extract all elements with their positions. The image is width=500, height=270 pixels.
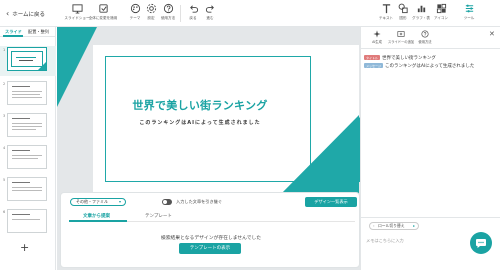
right-panel-divider xyxy=(361,48,500,49)
category-select-value: その他・ファミル xyxy=(76,199,108,204)
undo-label: 戻る xyxy=(189,16,197,20)
back-home-button[interactable]: ‹ ホームに戻る xyxy=(6,8,45,20)
category-select[interactable]: その他・ファミル ▾ xyxy=(70,198,126,206)
title-tag: タイトル xyxy=(364,55,381,60)
slide-preview xyxy=(7,81,47,105)
chart-icon xyxy=(417,5,425,13)
slide-preview xyxy=(7,113,47,137)
outline-row[interactable]: タイトル 世界で美しい街ランキング xyxy=(364,54,436,61)
redo-button[interactable]: 進む xyxy=(197,3,223,25)
slide-number: 3 xyxy=(3,114,6,118)
tool-button[interactable]: ツール xyxy=(456,3,482,25)
slide-thumbnail[interactable]: 6 xyxy=(0,208,56,238)
memo-input[interactable]: メモはこちらに入力 xyxy=(366,238,404,244)
apply-all-label: 全体に変更を適用 xyxy=(88,16,118,20)
tab-arrange[interactable]: 配置・整列 xyxy=(28,29,49,35)
slide-preview xyxy=(7,177,47,201)
design-suggestion-sheet: その他・ファミル ▾ 入力した文章を引き継ぐ デザイン一覧表示 文章から提案 テ… xyxy=(60,192,360,268)
slide-preview xyxy=(7,47,47,71)
chevron-left-icon: ‹ xyxy=(6,9,10,18)
slide-number: 5 xyxy=(3,178,6,182)
monitor-icon xyxy=(71,4,83,14)
icons-label: アイコン xyxy=(433,16,449,20)
chevron-down-icon: ▾ xyxy=(118,199,121,204)
carry-text-label: 入力した文章を引き継ぐ xyxy=(176,199,223,204)
slide-number: 1 xyxy=(3,48,6,52)
apply-all-button[interactable]: 全体に変更を適用 xyxy=(88,3,118,25)
close-icon[interactable]: ✕ xyxy=(489,30,495,38)
slide-thumbnail[interactable]: 4 xyxy=(0,144,56,174)
design-list-button[interactable]: デザイン一覧表示 xyxy=(305,197,357,207)
app-window: ‹ ホームに戻る スライドショー 全体に変更を適用 テーマ 設定 使用方法 戻る xyxy=(0,0,500,270)
slide-subtitle[interactable]: このランキングはAIによって生成されました xyxy=(95,119,305,126)
toggle-knob xyxy=(163,200,167,204)
tool-icon xyxy=(465,4,473,13)
sparkle-icon xyxy=(373,30,381,38)
back-home-label: ホームに戻る xyxy=(12,12,46,18)
shapes-label: 図形 xyxy=(399,16,407,20)
chevron-left-icon: ‹ xyxy=(373,223,375,228)
help-label: 使用方法 xyxy=(160,16,176,20)
outline-text: このランキングはAIによって生成されました xyxy=(384,63,475,69)
slide-preview xyxy=(7,145,47,169)
help-icon xyxy=(421,30,429,38)
settings-label: 設定 xyxy=(147,16,155,20)
icon-grid-icon xyxy=(436,3,446,14)
chat-icon xyxy=(476,239,486,248)
help-button[interactable]: 使用方法 xyxy=(413,30,437,44)
chat-button[interactable] xyxy=(470,232,492,254)
add-slide-button[interactable]: + xyxy=(20,241,29,254)
tab-templates[interactable]: テンプレート xyxy=(145,213,172,219)
slide-number: 6 xyxy=(3,210,6,214)
right-panel: AI生成 スライドーの追加 使用方法 ✕ タイトル 世界で美しい街ランキング メ… xyxy=(360,27,500,270)
redo-label: 進む xyxy=(206,16,214,20)
add-slide-icon xyxy=(397,31,405,37)
icons-button[interactable]: アイコン xyxy=(428,3,454,25)
canvas-area: 世界で美しい街ランキング このランキングはAIによって生成されました その他・フ… xyxy=(57,27,360,270)
add-slide-tool-label: スライドーの追加 xyxy=(387,40,415,44)
help-icon xyxy=(163,3,173,14)
left-panel-tabs: スライド 配置・整列 xyxy=(0,27,56,37)
slide-preview xyxy=(7,209,47,233)
carry-text-toggle[interactable] xyxy=(162,199,172,205)
ai-generate-label: AI生成 xyxy=(372,40,382,44)
tab-underline xyxy=(3,35,23,37)
show-templates-button[interactable]: テンプレートの表示 xyxy=(179,243,241,254)
help-label: 使用方法 xyxy=(418,40,432,44)
slide-list-panel: スライド 配置・整列 1 2 3 4 5 6 + xyxy=(0,27,56,270)
slide-thumbnail[interactable]: 2 xyxy=(0,80,56,110)
tab-suggest-from-text[interactable]: 文章から提案 xyxy=(83,213,110,219)
slide-thumbnail[interactable]: 5 xyxy=(0,176,56,206)
slide-number: 2 xyxy=(3,82,6,86)
sheet-tab-underline xyxy=(69,220,127,222)
slideshow-label: スライドショー xyxy=(64,16,90,20)
role-switch-label: ロール切り替え xyxy=(378,223,405,228)
redo-icon xyxy=(205,5,214,13)
add-slide-tool-button[interactable]: スライドーの追加 xyxy=(387,30,415,44)
outline-text: 世界で美しい街ランキング xyxy=(382,55,436,61)
empty-result-message: 検索結果となるデザインが存在しませんでした xyxy=(160,236,262,241)
shapes-icon xyxy=(398,3,408,14)
memo-divider xyxy=(361,217,500,218)
apply-icon xyxy=(98,4,108,13)
play-icon: ▸ xyxy=(413,223,415,228)
slide-canvas[interactable]: 世界で美しい街ランキング このランキングはAIによって生成されました xyxy=(93,45,359,197)
slide-thumbnail[interactable]: 1 xyxy=(0,46,56,76)
slide-title[interactable]: 世界で美しい街ランキング xyxy=(95,97,305,113)
ai-generate-button[interactable]: AI生成 xyxy=(365,30,389,44)
message-tag: メッセージ xyxy=(364,63,383,68)
role-switch-control[interactable]: ‹ ロール切り替え ▸ xyxy=(369,222,419,230)
toolbar: ‹ ホームに戻る スライドショー 全体に変更を適用 テーマ 設定 使用方法 戻る xyxy=(0,0,500,27)
help-button[interactable]: 使用方法 xyxy=(155,3,181,25)
slide-number: 4 xyxy=(3,146,6,150)
slideshow-button[interactable]: スライドショー xyxy=(64,3,90,25)
tool-label: ツール xyxy=(463,16,475,20)
slide-thumbnail[interactable]: 3 xyxy=(0,112,56,142)
outline-row[interactable]: メッセージ このランキングはAIによって生成されました xyxy=(364,62,474,69)
